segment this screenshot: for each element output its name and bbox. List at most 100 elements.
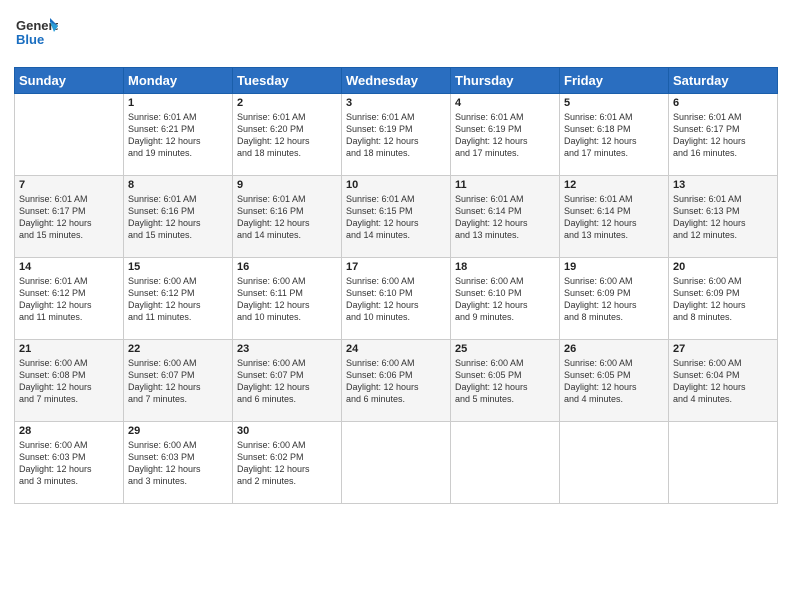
day-info: Sunrise: 6:01 AM Sunset: 6:15 PM Dayligh…: [346, 193, 446, 242]
page: General Blue SundayMondayTuesdayWednesda…: [0, 0, 792, 612]
calendar-cell: 30Sunrise: 6:00 AM Sunset: 6:02 PM Dayli…: [233, 422, 342, 504]
day-info: Sunrise: 6:01 AM Sunset: 6:19 PM Dayligh…: [455, 111, 555, 160]
day-number: 18: [455, 261, 555, 273]
day-number: 23: [237, 343, 337, 355]
calendar-week-row: 14 Sunrise: 6:01 AM Sunset: 6:12 PM Dayli…: [15, 258, 778, 340]
day-info: Sunrise: 6:01 AM Sunset: 6:17 PM Dayligh…: [673, 111, 773, 160]
day-info: Sunrise: 6:00 AM Sunset: 6:12 PM Dayligh…: [128, 275, 228, 324]
calendar-header-friday: Friday: [560, 68, 669, 94]
calendar-cell: 6 Sunrise: 6:01 AM Sunset: 6:17 PM Daylig…: [669, 94, 778, 176]
calendar-header-tuesday: Tuesday: [233, 68, 342, 94]
calendar-cell: 1 Sunrise: 6:01 AM Sunset: 6:21 PM Daylig…: [124, 94, 233, 176]
logo: General Blue: [14, 10, 58, 59]
day-info: Sunrise: 6:00 AM Sunset: 6:09 PM Dayligh…: [673, 275, 773, 324]
day-number: 3: [346, 97, 446, 109]
calendar-header-monday: Monday: [124, 68, 233, 94]
day-number: 4: [455, 97, 555, 109]
day-info: Sunrise: 6:01 AM Sunset: 6:17 PM Dayligh…: [19, 193, 119, 242]
day-number: 17: [346, 261, 446, 273]
day-info: Sunrise: 6:00 AM Sunset: 6:04 PM Dayligh…: [673, 357, 773, 406]
calendar-cell: [560, 422, 669, 504]
day-info: Sunrise: 6:01 AM Sunset: 6:21 PM Dayligh…: [128, 111, 228, 160]
day-number: 11: [455, 179, 555, 191]
day-number: 5: [564, 97, 664, 109]
day-number: 6: [673, 97, 773, 109]
day-number: 8: [128, 179, 228, 191]
calendar-cell: [342, 422, 451, 504]
calendar-week-row: 7Sunrise: 6:01 AM Sunset: 6:17 PM Daylig…: [15, 176, 778, 258]
day-number: 26: [564, 343, 664, 355]
calendar-cell: 22 Sunrise: 6:00 AM Sunset: 6:07 PM Dayli…: [124, 340, 233, 422]
calendar-cell: 28Sunrise: 6:00 AM Sunset: 6:03 PM Dayli…: [15, 422, 124, 504]
calendar-week-row: 21 Sunrise: 6:00 AM Sunset: 6:08 PM Dayli…: [15, 340, 778, 422]
calendar-cell: [669, 422, 778, 504]
day-info: Sunrise: 6:00 AM Sunset: 6:08 PM Dayligh…: [19, 357, 119, 406]
day-number: 28: [19, 425, 119, 437]
calendar-cell: 10 Sunrise: 6:01 AM Sunset: 6:15 PM Dayli…: [342, 176, 451, 258]
day-number: 1: [128, 97, 228, 109]
logo-icon: General Blue: [14, 10, 58, 54]
day-number: 19: [564, 261, 664, 273]
calendar-cell: 13 Sunrise: 6:01 AM Sunset: 6:13 PM Dayli…: [669, 176, 778, 258]
calendar-cell: 23 Sunrise: 6:00 AM Sunset: 6:07 PM Dayli…: [233, 340, 342, 422]
day-number: 10: [346, 179, 446, 191]
calendar-header-thursday: Thursday: [451, 68, 560, 94]
day-info: Sunrise: 6:01 AM Sunset: 6:16 PM Dayligh…: [237, 193, 337, 242]
calendar-cell: 3 Sunrise: 6:01 AM Sunset: 6:19 PM Daylig…: [342, 94, 451, 176]
day-number: 22: [128, 343, 228, 355]
day-info: Sunrise: 6:01 AM Sunset: 6:18 PM Dayligh…: [564, 111, 664, 160]
day-info: Sunrise: 6:00 AM Sunset: 6:11 PM Dayligh…: [237, 275, 337, 324]
day-info: Sunrise: 6:00 AM Sunset: 6:10 PM Dayligh…: [455, 275, 555, 324]
calendar-cell: 19Sunrise: 6:00 AM Sunset: 6:09 PM Dayli…: [560, 258, 669, 340]
day-info: Sunrise: 6:01 AM Sunset: 6:14 PM Dayligh…: [564, 193, 664, 242]
day-number: 12: [564, 179, 664, 191]
day-info: Sunrise: 6:01 AM Sunset: 6:16 PM Dayligh…: [128, 193, 228, 242]
svg-text:Blue: Blue: [16, 32, 44, 47]
calendar-header-sunday: Sunday: [15, 68, 124, 94]
calendar-cell: 2 Sunrise: 6:01 AM Sunset: 6:20 PM Daylig…: [233, 94, 342, 176]
calendar-cell: 25 Sunrise: 6:00 AM Sunset: 6:05 PM Dayli…: [451, 340, 560, 422]
calendar-week-row: 1 Sunrise: 6:01 AM Sunset: 6:21 PM Daylig…: [15, 94, 778, 176]
day-info: Sunrise: 6:00 AM Sunset: 6:05 PM Dayligh…: [564, 357, 664, 406]
day-info: Sunrise: 6:00 AM Sunset: 6:05 PM Dayligh…: [455, 357, 555, 406]
calendar-cell: 24Sunrise: 6:00 AM Sunset: 6:06 PM Dayli…: [342, 340, 451, 422]
day-number: 21: [19, 343, 119, 355]
header: General Blue: [14, 10, 778, 59]
day-info: Sunrise: 6:01 AM Sunset: 6:14 PM Dayligh…: [455, 193, 555, 242]
calendar-cell: 15 Sunrise: 6:00 AM Sunset: 6:12 PM Dayli…: [124, 258, 233, 340]
calendar-cell: 18 Sunrise: 6:00 AM Sunset: 6:10 PM Dayli…: [451, 258, 560, 340]
day-info: Sunrise: 6:01 AM Sunset: 6:13 PM Dayligh…: [673, 193, 773, 242]
calendar-cell: 16 Sunrise: 6:00 AM Sunset: 6:11 PM Dayli…: [233, 258, 342, 340]
day-number: 15: [128, 261, 228, 273]
day-number: 2: [237, 97, 337, 109]
calendar-cell: 5 Sunrise: 6:01 AM Sunset: 6:18 PM Daylig…: [560, 94, 669, 176]
calendar-header-saturday: Saturday: [669, 68, 778, 94]
day-number: 16: [237, 261, 337, 273]
day-info: Sunrise: 6:01 AM Sunset: 6:12 PM Dayligh…: [19, 275, 119, 324]
calendar-cell: 14 Sunrise: 6:01 AM Sunset: 6:12 PM Dayli…: [15, 258, 124, 340]
day-number: 9: [237, 179, 337, 191]
day-number: 14: [19, 261, 119, 273]
calendar-cell: 21 Sunrise: 6:00 AM Sunset: 6:08 PM Dayli…: [15, 340, 124, 422]
day-info: Sunrise: 6:01 AM Sunset: 6:19 PM Dayligh…: [346, 111, 446, 160]
day-number: 13: [673, 179, 773, 191]
day-info: Sunrise: 6:01 AM Sunset: 6:20 PM Dayligh…: [237, 111, 337, 160]
day-info: Sunrise: 6:00 AM Sunset: 6:02 PM Dayligh…: [237, 439, 337, 488]
calendar-cell: 9 Sunrise: 6:01 AM Sunset: 6:16 PM Daylig…: [233, 176, 342, 258]
calendar-cell: [15, 94, 124, 176]
day-number: 29: [128, 425, 228, 437]
day-info: Sunrise: 6:00 AM Sunset: 6:07 PM Dayligh…: [128, 357, 228, 406]
day-info: Sunrise: 6:00 AM Sunset: 6:10 PM Dayligh…: [346, 275, 446, 324]
day-info: Sunrise: 6:00 AM Sunset: 6:07 PM Dayligh…: [237, 357, 337, 406]
calendar-cell: 11 Sunrise: 6:01 AM Sunset: 6:14 PM Dayli…: [451, 176, 560, 258]
calendar-week-row: 28 Sunrise: 6:00 AM Sunset: 6:03 PM Dayli…: [15, 422, 778, 504]
calendar-header-wednesday: Wednesday: [342, 68, 451, 94]
calendar-cell: 8 Sunrise: 6:01 AM Sunset: 6:16 PM Daylig…: [124, 176, 233, 258]
day-number: 25: [455, 343, 555, 355]
day-info: Sunrise: 6:00 AM Sunset: 6:06 PM Dayligh…: [346, 357, 446, 406]
calendar-cell: 29 Sunrise: 6:00 AM Sunset: 6:03 PM Dayli…: [124, 422, 233, 504]
day-number: 27: [673, 343, 773, 355]
calendar-cell: 20Sunrise: 6:00 AM Sunset: 6:09 PM Dayli…: [669, 258, 778, 340]
calendar-cell: 26 Sunrise: 6:00 AM Sunset: 6:05 PM Dayli…: [560, 340, 669, 422]
day-info: Sunrise: 6:00 AM Sunset: 6:03 PM Dayligh…: [128, 439, 228, 488]
